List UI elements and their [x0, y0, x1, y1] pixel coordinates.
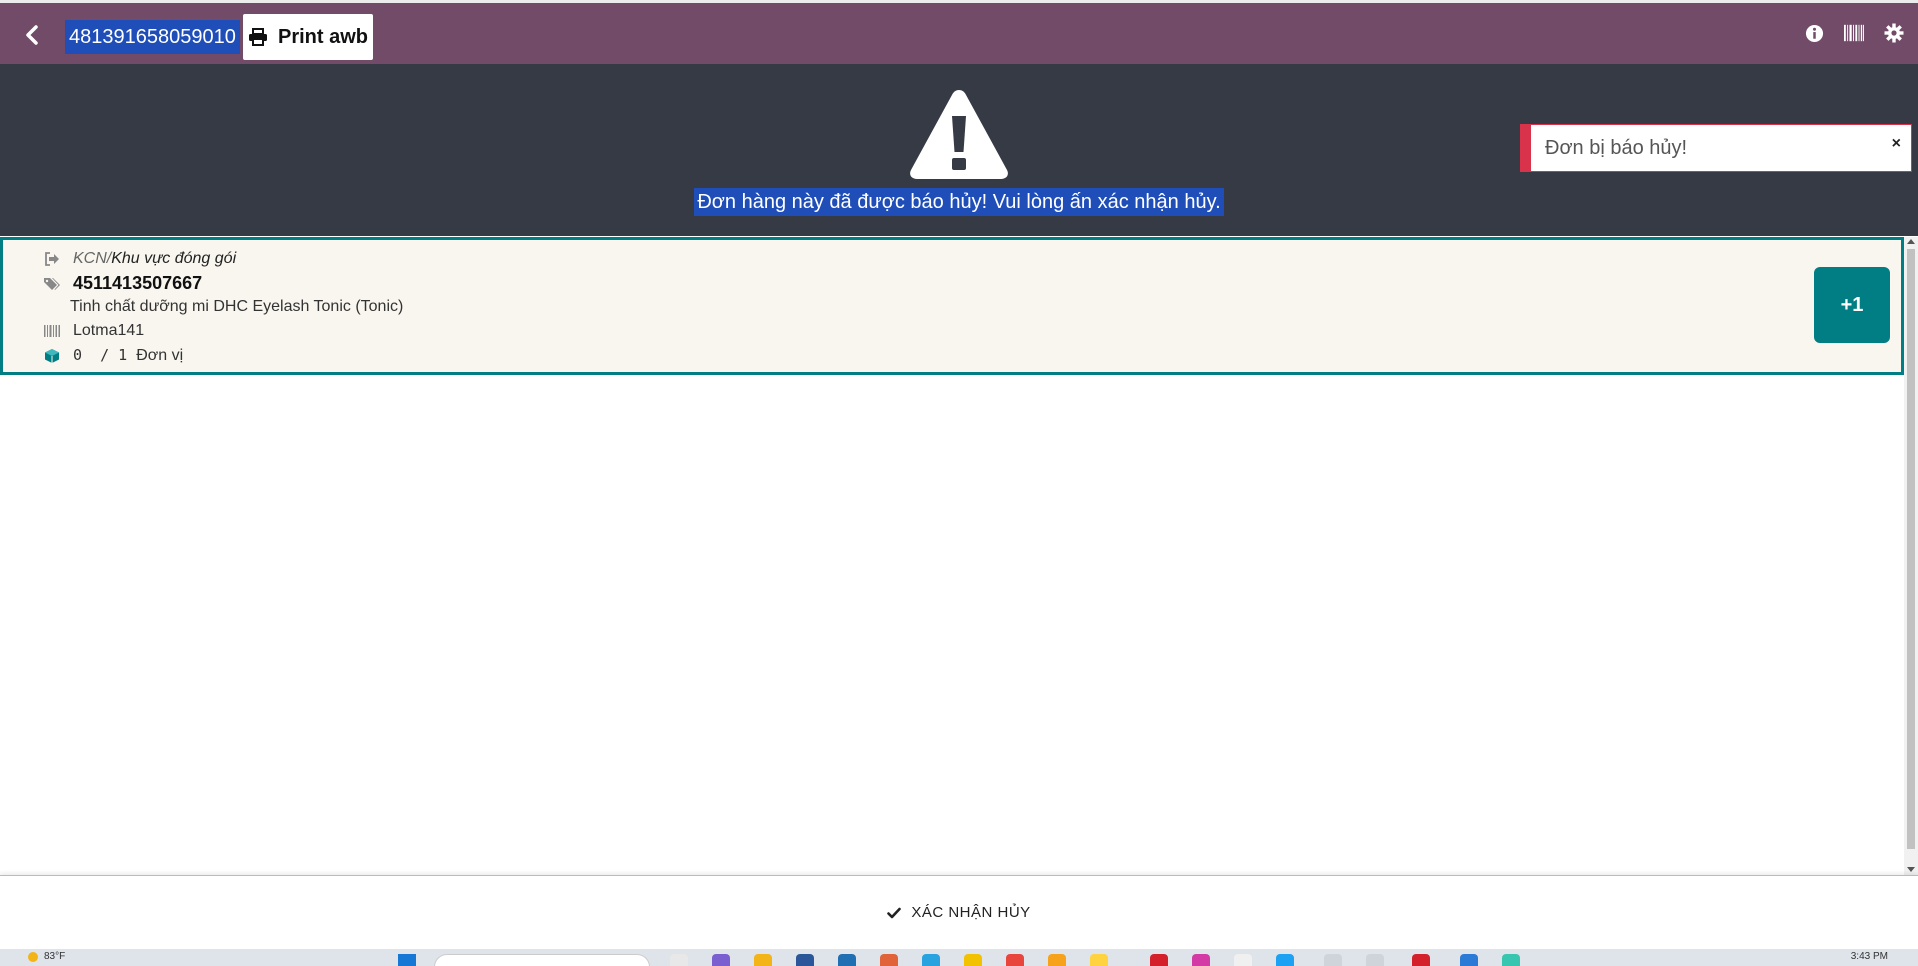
- taskbar-app-icon[interactable]: [1234, 954, 1252, 966]
- print-awb-label: Print awb: [277, 25, 368, 48]
- qty-total: 1: [118, 346, 128, 364]
- location-name: Khu vực đóng gói: [111, 250, 237, 267]
- os-taskbar: 83°F 3:43 PM: [0, 949, 1918, 966]
- product-barcode: 4511413507667: [73, 273, 203, 293]
- taskbar-app-icon[interactable]: [1006, 954, 1024, 966]
- taskbar-search[interactable]: [434, 954, 650, 966]
- taskbar-app-icon[interactable]: [1150, 954, 1168, 966]
- taskbar-app-icon[interactable]: [1324, 954, 1342, 966]
- toast-close-button[interactable]: ×: [1892, 135, 1901, 153]
- settings-button[interactable]: [1884, 23, 1904, 43]
- taskbar-app-icon[interactable]: [1276, 954, 1294, 966]
- qty-separator: /: [100, 346, 110, 364]
- location-row: KCN/Khu vực đóng gói: [43, 250, 236, 268]
- top-bar: 481391658059010 Print awb: [0, 0, 1918, 64]
- cube-icon: [45, 348, 59, 363]
- back-button[interactable]: [18, 21, 46, 49]
- location-prefix: KCN/: [73, 250, 112, 267]
- qty-done: 0: [73, 346, 83, 364]
- toast-message: Đơn bị báo hủy!: [1545, 136, 1688, 159]
- taskbar-app-icon[interactable]: [880, 954, 898, 966]
- increment-button[interactable]: +1: [1814, 267, 1890, 343]
- lot-name: Lotma141: [73, 322, 145, 339]
- scroll-down-arrow-icon[interactable]: [1907, 867, 1915, 872]
- cancel-toast: Đơn bị báo hủy! ×: [1520, 124, 1912, 172]
- taskbar-app-icon[interactable]: [838, 954, 856, 966]
- barcode-icon: [1844, 24, 1864, 42]
- clock[interactable]: 3:43 PM: [1851, 951, 1888, 962]
- tags-icon: [44, 277, 60, 290]
- taskbar-app-icon[interactable]: [1502, 954, 1520, 966]
- scroll-thumb[interactable]: [1907, 249, 1915, 849]
- sun-icon: [28, 951, 38, 962]
- taskbar-app-icon[interactable]: [1192, 954, 1210, 966]
- scrollbar[interactable]: [1904, 237, 1918, 875]
- quantity-row: 0 / 1 Đơn vị: [43, 346, 183, 365]
- start-icon[interactable]: [398, 954, 416, 966]
- gear-icon: [1884, 23, 1904, 43]
- taskbar-app-icon[interactable]: [1366, 954, 1384, 966]
- info-button[interactable]: [1804, 23, 1824, 43]
- product-row: Tinh chất dưỡng mi DHC Eyelash Tonic (To…: [70, 298, 403, 316]
- taskbar-app-icon[interactable]: [670, 954, 688, 966]
- printer-icon: [248, 28, 267, 46]
- lot-barcode-icon: [44, 325, 60, 337]
- taskbar-app-icon[interactable]: [1090, 954, 1108, 966]
- product-name: Tinh chất dưỡng mi DHC Eyelash Tonic (To…: [70, 298, 404, 315]
- barcode-button[interactable]: [1844, 23, 1864, 43]
- weather-widget[interactable]: 83°F: [28, 951, 65, 962]
- scroll-up-arrow-icon[interactable]: [1907, 239, 1915, 244]
- check-icon: [887, 907, 902, 918]
- sign-out-icon: [45, 252, 59, 266]
- taskbar-app-icon[interactable]: [922, 954, 940, 966]
- uom-label: Đơn vị: [136, 347, 184, 364]
- confirm-cancel-label: XÁC NHẬN HỦY: [911, 904, 1031, 921]
- lot-row: Lotma141: [43, 322, 144, 340]
- taskbar-app-icon[interactable]: [712, 954, 730, 966]
- back-icon: [26, 25, 38, 45]
- taskbar-app-icon[interactable]: [964, 954, 982, 966]
- move-line-card[interactable]: KCN/Khu vực đóng gói 4511413507667 Tinh …: [0, 237, 1904, 375]
- cancel-warning-message: Đơn hàng này đã được báo hủy! Vui lòng ấ…: [694, 188, 1224, 216]
- barcode-row: 4511413507667: [43, 273, 202, 294]
- print-awb-button[interactable]: Print awb: [243, 14, 373, 60]
- taskbar-app-icon[interactable]: [796, 954, 814, 966]
- taskbar-app-icon[interactable]: [1412, 954, 1430, 966]
- info-icon: [1805, 24, 1823, 42]
- confirm-cancel-button[interactable]: XÁC NHẬN HỦY: [887, 904, 1030, 921]
- weather-temp: 83°F: [44, 951, 66, 962]
- footer-bar: XÁC NHẬN HỦY: [0, 875, 1918, 949]
- taskbar-app-icon[interactable]: [1048, 954, 1066, 966]
- warning-icon: [910, 90, 1008, 179]
- picking-reference: 481391658059010: [65, 20, 240, 54]
- taskbar-app-icon[interactable]: [1460, 954, 1478, 966]
- taskbar-app-icon[interactable]: [754, 954, 772, 966]
